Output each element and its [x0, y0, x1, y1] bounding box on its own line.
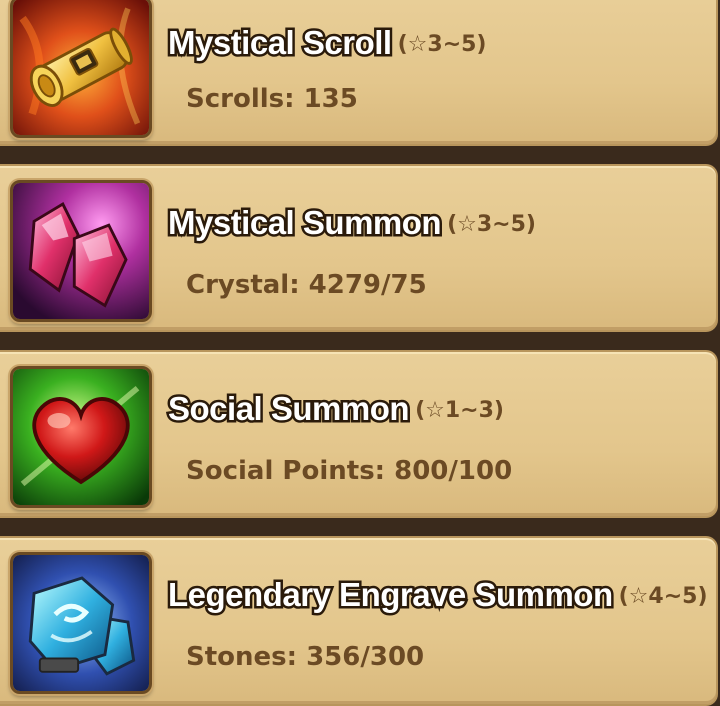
resource-count: Scrolls: 135 [186, 84, 358, 114]
summon-list: Mystical Scroll (☆3~5) Scrolls: 135 Myst… [0, 0, 720, 706]
engrave-stone-icon [10, 552, 152, 694]
summon-name: Social Summon [165, 388, 412, 430]
summon-row-social-summon[interactable]: Social Summon (☆1~3) Social Points: 800/1… [0, 350, 718, 518]
star-range: (☆3~5) [397, 32, 487, 57]
star-range: (☆4~5) [618, 584, 708, 609]
resource-count: Social Points: 800/100 [186, 456, 513, 486]
summon-name: Mystical Summon [165, 202, 444, 244]
summon-row-mystical-scroll[interactable]: Mystical Scroll (☆3~5) Scrolls: 135 [0, 0, 718, 146]
summon-row-legendary-engrave-summon[interactable]: Legendary Engrave Summon (☆4~5) Stones: 3… [0, 536, 718, 706]
summon-name: Legendary Engrave Summon [166, 574, 616, 616]
star-range: (☆1~3) [415, 398, 504, 423]
crystal-icon [10, 180, 152, 322]
mystical-scroll-icon [10, 0, 152, 138]
summon-row-mystical-summon[interactable]: Mystical Summon (☆3~5) Crystal: 4279/75 [0, 164, 718, 332]
summon-name: Mystical Scroll [166, 22, 395, 64]
star-range: (☆3~5) [447, 212, 536, 237]
resource-count: Crystal: 4279/75 [186, 270, 427, 300]
resource-count: Stones: 356/300 [186, 642, 425, 672]
heart-icon [10, 366, 152, 508]
